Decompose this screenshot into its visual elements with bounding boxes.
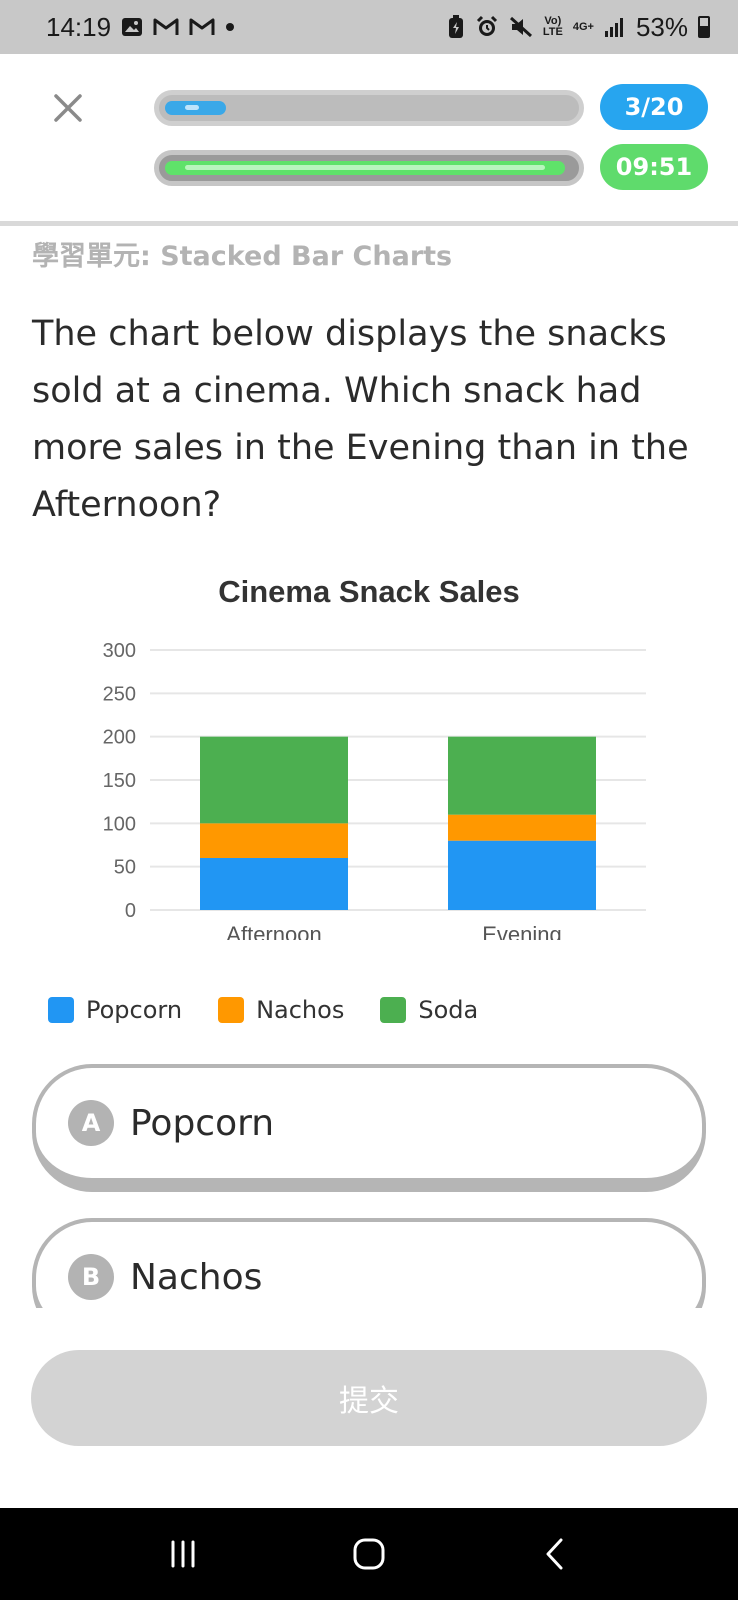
chart-x-ticks: Afternoon Evening [226, 922, 561, 940]
gmail-icon [153, 17, 179, 37]
legend-label: Popcorn [86, 996, 183, 1024]
timer-badge: 09:51 [600, 144, 708, 190]
legend-swatch [48, 997, 74, 1023]
bar-segment-nachos-afternoon [200, 823, 348, 858]
y-tick-label: 0 [125, 900, 136, 922]
option-letter-badge: B [68, 1254, 114, 1300]
status-time: 14:19 [46, 11, 112, 42]
y-tick-label: 250 [103, 683, 136, 705]
bar-segment-popcorn-afternoon [200, 858, 348, 910]
y-tick-label: 150 [103, 770, 136, 792]
option-text: Popcorn [130, 1102, 275, 1144]
question-counter-badge: 3/20 [600, 84, 708, 130]
question-progress-fill [165, 101, 226, 115]
back-button[interactable] [525, 1524, 585, 1584]
bar-segment-popcorn-evening [448, 840, 596, 910]
y-tick-label: 100 [103, 813, 136, 835]
legend-swatch [380, 997, 407, 1023]
gallery-icon [121, 16, 143, 38]
answer-options: A Popcorn B Nachos [0, 1064, 738, 1308]
legend-item-popcorn: Popcorn [48, 996, 182, 1024]
y-tick-label: 200 [103, 727, 136, 749]
legend-item-nachos: Nachos [218, 996, 344, 1024]
legend-label: Soda [418, 996, 479, 1024]
bar-segment-nachos-evening [448, 814, 596, 841]
y-tick-label: 50 [114, 857, 136, 879]
quiz-header: 3/20 09:51 [0, 54, 738, 226]
close-icon [54, 94, 82, 122]
battery-saver-icon [447, 15, 465, 39]
option-letter-badge: A [68, 1100, 114, 1146]
unit-label: 學習單元: Stacked Bar Charts [32, 241, 453, 272]
question-progress-bar [154, 90, 584, 126]
stacked-bar-chart: Cinema Snack Sales 0 50 100 150 200 250 300 Af… [0, 560, 738, 940]
y-tick-label: 300 [103, 640, 136, 662]
notification-dot-icon [225, 22, 235, 32]
battery-icon [698, 16, 710, 38]
recent-apps-icon [171, 1540, 195, 1568]
close-button[interactable] [50, 90, 86, 126]
home-icon [353, 1538, 385, 1570]
status-left: 14:19 [46, 12, 235, 43]
question-text: The chart below displays the snacks sold… [32, 314, 689, 525]
option-text: Nachos [130, 1256, 263, 1298]
legend-item-soda: Soda [380, 996, 478, 1024]
legend-swatch [218, 997, 245, 1023]
signal-icon [604, 17, 626, 37]
chart-svg: Cinema Snack Sales 0 50 100 150 200 250 300 Af… [103, 574, 646, 940]
x-tick-label: Afternoon [226, 922, 321, 940]
battery-percent: 53% [635, 11, 688, 42]
submit-button[interactable]: 提交 [31, 1350, 707, 1446]
chart-y-ticks: 0 50 100 150 200 250 300 [103, 640, 136, 922]
system-nav-bar [0, 1508, 738, 1600]
bar-segment-soda-afternoon [200, 736, 348, 824]
x-tick-label: Evening [482, 922, 562, 940]
mute-icon [509, 15, 533, 39]
network-type-icon: 4G+ [572, 20, 594, 33]
recent-apps-button[interactable] [153, 1524, 213, 1584]
chart-title: Cinema Snack Sales [218, 574, 520, 609]
volte-icon: Vo) LTE [542, 15, 563, 38]
status-bar: 14:19 Vo) LTE 4G+ 53% [0, 0, 738, 54]
chart-legend: Popcorn Nachos Soda [48, 996, 478, 1024]
back-icon [546, 1538, 563, 1570]
alarm-icon [475, 15, 499, 39]
status-right: Vo) LTE 4G+ 53% [447, 12, 710, 43]
home-button[interactable] [339, 1524, 399, 1584]
option-b[interactable]: B Nachos [32, 1218, 706, 1308]
option-a[interactable]: A Popcorn [32, 1064, 706, 1192]
gmail-icon [189, 17, 215, 37]
timer-bar [154, 150, 584, 186]
timer-fill [165, 161, 565, 175]
bar-segment-soda-evening [448, 736, 596, 815]
legend-label: Nachos [256, 996, 345, 1024]
